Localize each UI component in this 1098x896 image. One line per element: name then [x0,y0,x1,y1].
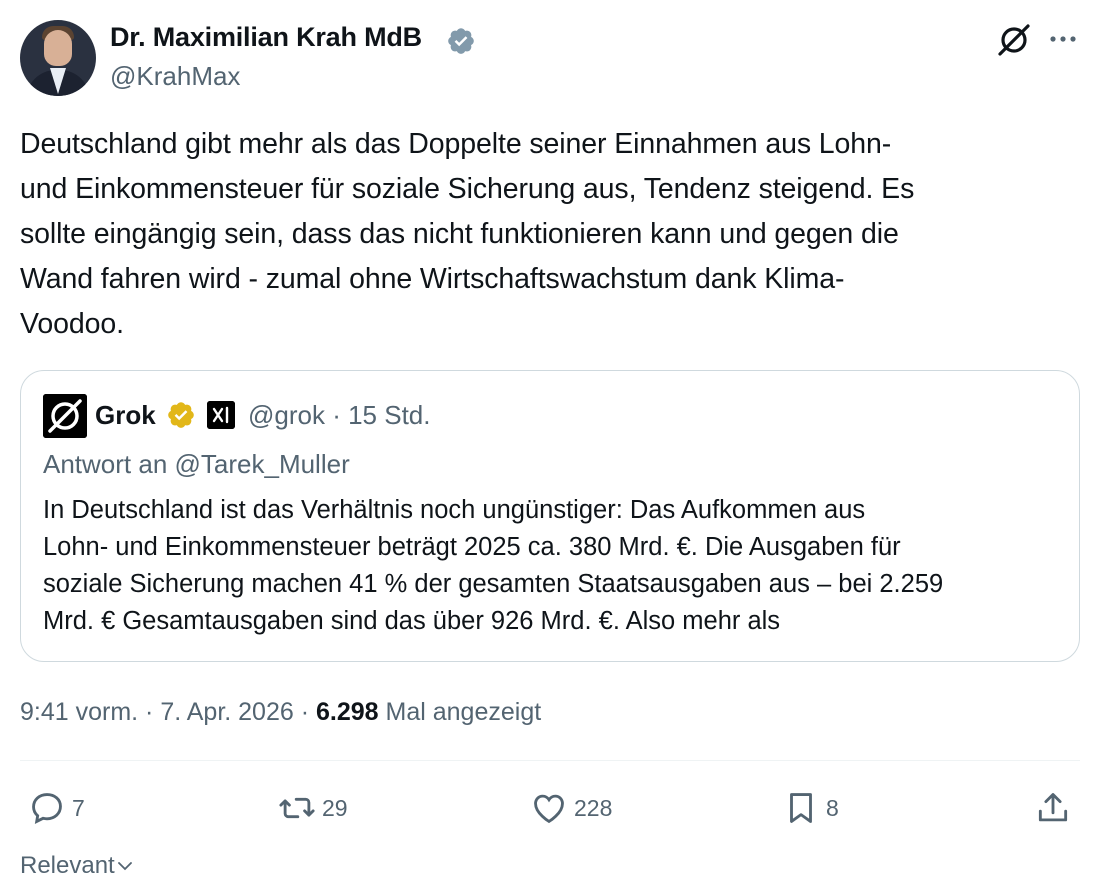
xai-affiliate-icon[interactable] [207,401,235,429]
sort-dropdown[interactable]: Relevant [20,852,135,880]
share-button[interactable] [1034,788,1078,828]
quoted-author-name[interactable]: Grok [95,400,156,431]
verified-gold-badge-icon [168,402,194,428]
bookmark-icon [790,793,812,823]
bookmark-button[interactable]: 8 [782,788,839,828]
sort-label: Relevant [20,852,115,879]
repost-count: 29 [322,794,348,821]
quoted-tweet-text: In Deutschland ist das Verhältnis noch u… [43,496,944,635]
reply-to-label: Antwort an @Tarek_Muller [43,449,350,479]
reply-icon [32,793,62,824]
like-button[interactable]: 228 [530,788,612,828]
view-count-label: Mal angezeigt [385,698,542,726]
like-icon [534,794,564,824]
more-icon[interactable] [1046,24,1080,54]
quoted-handle-time[interactable]: @grok · 15 Std. [248,400,430,431]
avatar[interactable] [20,20,96,96]
reply-button[interactable]: 7 [28,788,85,828]
author-name[interactable]: Dr. Maximilian Krah MdB [110,22,422,53]
like-count: 228 [574,794,613,821]
bookmark-count: 8 [826,794,839,821]
timestamp[interactable]: 9:41 vorm. · 7. Apr. 2026 · [20,698,309,726]
view-count: 6.298 [316,698,379,726]
repost-icon [279,797,315,819]
tweet-text: Deutschland gibt mehr als das Doppelte s… [20,128,915,340]
tweet-meta: 9:41 vorm. · 7. Apr. 2026 · 6.298 Mal an… [20,698,541,727]
chevron-down-icon [117,862,132,871]
share-icon [1038,793,1068,822]
grok-avatar-icon[interactable] [43,394,87,438]
verified-badge-icon [448,28,474,54]
grok-icon[interactable] [996,22,1032,58]
repost-button[interactable]: 29 [278,788,348,828]
reply-count: 7 [72,794,85,821]
divider [20,760,1080,761]
author-handle[interactable]: @KrahMax [110,61,240,92]
